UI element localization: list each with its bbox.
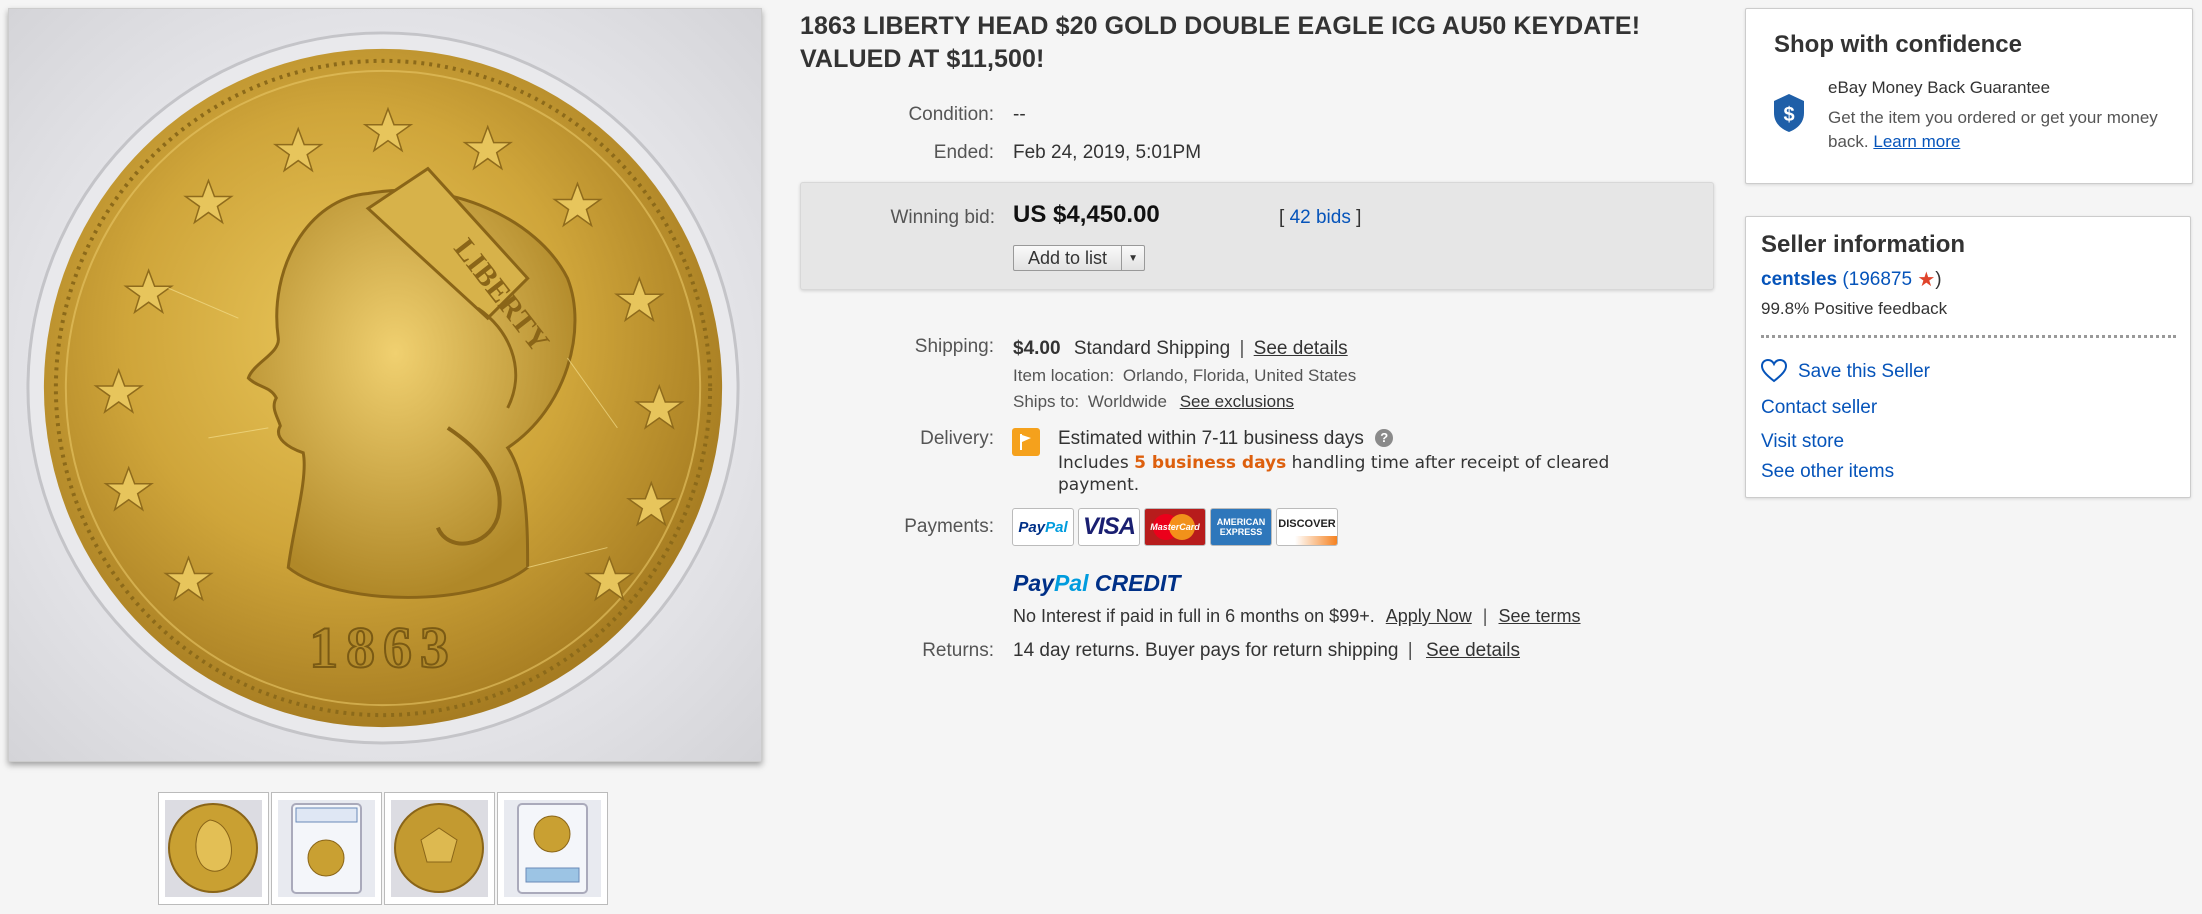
- coin-reverse-thumb-image: [391, 800, 488, 897]
- main-product-image[interactable]: LIBERTY 1863: [8, 8, 762, 762]
- delivery-includes-prefix: Includes: [1058, 453, 1129, 473]
- shipping-price: $4.00: [1013, 338, 1061, 359]
- returns-label: Returns:: [922, 640, 994, 661]
- feedback-star-icon: ★: [1917, 269, 1936, 291]
- shipping-label: Shipping:: [914, 336, 994, 357]
- see-exclusions-link[interactable]: See exclusions: [1180, 392, 1294, 411]
- thumbnail-slab-front[interactable]: [271, 792, 382, 905]
- apply-now-link[interactable]: Apply Now: [1386, 606, 1472, 626]
- heart-icon[interactable]: [1761, 359, 1787, 383]
- graded-slab-thumb-image: [278, 800, 375, 897]
- guarantee-title: eBay Money Back Guarantee: [1828, 78, 2051, 97]
- payment-methods: Pay Pal VISA MasterCard AMERICAN EXPRESS D…: [1012, 508, 1338, 546]
- guarantee-text-block: Get the item you ordered or get your mon…: [1828, 106, 2168, 154]
- gold-coin-image: LIBERTY 1863: [26, 31, 740, 745]
- delivery-handling-text: Includes 5 business days handling time a…: [1058, 452, 1638, 496]
- svg-text:$: $: [1783, 104, 1794, 126]
- delivery-includes-suffix: handling time after receipt of cleared: [1291, 453, 1610, 473]
- ships-to-line: Ships to: Worldwide See exclusions: [1013, 392, 1294, 412]
- shop-with-confidence-panel: Shop with confidence $ eBay Money Back G…: [1745, 8, 2193, 184]
- shipping-details-link[interactable]: See details: [1254, 338, 1348, 359]
- paypal-credit-text: No Interest if paid in full in 6 months …: [1013, 606, 1375, 626]
- ended-label: Ended:: [933, 142, 994, 163]
- item-location-value: Orlando, Florida, United States: [1122, 366, 1357, 385]
- thumbnail-obverse[interactable]: [158, 792, 269, 905]
- ended-value: Feb 24, 2019, 5:01PM: [1013, 142, 1202, 163]
- seller-title: Seller information: [1761, 231, 1966, 258]
- help-icon[interactable]: ?: [1375, 429, 1394, 447]
- returns-line: 14 day returns. Buyer pays for return sh…: [1013, 640, 1520, 662]
- bid-history-link[interactable]: 42 bids: [1290, 207, 1351, 228]
- caret-down-icon[interactable]: ▼: [1122, 246, 1144, 270]
- see-other-items-link[interactable]: See other items: [1761, 461, 1894, 483]
- seller-name-link[interactable]: centsles: [1761, 269, 1837, 290]
- learn-more-link[interactable]: Learn more: [1873, 132, 1960, 151]
- discover-logo: DISCOVER: [1276, 508, 1338, 546]
- delivery-label: Delivery:: [920, 428, 994, 449]
- handling-days: 5 business days: [1134, 453, 1287, 473]
- add-to-list-label[interactable]: Add to list: [1014, 246, 1123, 270]
- amex-logo: AMERICAN EXPRESS: [1210, 508, 1272, 546]
- separator: |: [1239, 338, 1245, 359]
- confidence-title: Shop with confidence: [1774, 31, 2023, 58]
- coin-date-text: 1863: [309, 615, 457, 680]
- winning-bid-box: Winning bid: US $4,450.00 [ 42 bids ] Ad…: [800, 182, 1714, 290]
- ships-to-value: Worldwide: [1087, 392, 1167, 411]
- paypal-credit-logo: PayPal CREDIT: [1013, 570, 1181, 596]
- condition-label: Condition:: [908, 104, 994, 125]
- separator: |: [1482, 606, 1488, 626]
- delivery-estimate: Estimated within 7-11 business days ?: [1058, 428, 1394, 450]
- delivery-line3: payment.: [1058, 475, 1140, 495]
- paypal-logo: Pay Pal: [1012, 508, 1074, 546]
- returns-text: 14 day returns. Buyer pays for return sh…: [1013, 640, 1399, 661]
- thumbnail-strip: [158, 792, 608, 905]
- money-back-shield-icon: $: [1774, 94, 1804, 132]
- bid-count-open-bracket: [: [1279, 207, 1285, 228]
- shipping-line: $4.00 Standard Shipping | See details: [1013, 338, 1348, 360]
- contact-seller-link[interactable]: Contact seller: [1761, 397, 1877, 419]
- seller-score-link[interactable]: 196875: [1849, 269, 1912, 290]
- returns-details-link[interactable]: See details: [1426, 640, 1520, 661]
- bid-count-close-bracket: ]: [1356, 207, 1362, 228]
- item-location-line: Item location: Orlando, Florida, United …: [1013, 366, 1356, 386]
- winning-bid-price: US $4,450.00: [1013, 201, 1160, 228]
- ships-to-label: Ships to:: [1013, 392, 1080, 411]
- positive-feedback: 99.8% Positive feedback: [1761, 299, 1948, 318]
- separator: |: [1407, 640, 1413, 661]
- graded-slab-back-thumb-image: [504, 800, 601, 897]
- visit-store-link[interactable]: Visit store: [1761, 431, 1844, 453]
- seller-information-panel: Seller information centsles (196875 ★) 9…: [1745, 216, 2191, 498]
- bid-count: [ 42 bids ]: [1279, 207, 1361, 229]
- see-terms-link[interactable]: See terms: [1499, 606, 1581, 626]
- visa-logo: VISA: [1078, 508, 1140, 546]
- winning-bid-label: Winning bid:: [890, 207, 995, 228]
- condition-value: --: [1013, 104, 1026, 125]
- save-seller-link[interactable]: Save this Seller: [1798, 361, 1930, 383]
- mastercard-logo: MasterCard: [1144, 508, 1206, 546]
- thumbnail-reverse[interactable]: [384, 792, 495, 905]
- add-to-list-button[interactable]: Add to list ▼: [1013, 245, 1146, 271]
- flag-icon: [1012, 428, 1040, 456]
- coin-obverse-thumb-image: [165, 800, 262, 897]
- payments-label: Payments:: [904, 516, 994, 537]
- paypal-credit-line: No Interest if paid in full in 6 months …: [1013, 606, 1581, 627]
- seller-identity: centsles (196875 ★): [1761, 269, 1942, 291]
- thumbnail-slab-back[interactable]: [497, 792, 608, 905]
- listing-title: 1863 LIBERTY HEAD $20 GOLD DOUBLE EAGLE …: [800, 12, 1641, 73]
- shipping-method: Standard Shipping: [1073, 338, 1231, 359]
- delivery-estimate-text: Estimated within 7-11 business days: [1058, 428, 1364, 449]
- item-location-label: Item location:: [1013, 366, 1115, 385]
- divider: [1761, 335, 2176, 338]
